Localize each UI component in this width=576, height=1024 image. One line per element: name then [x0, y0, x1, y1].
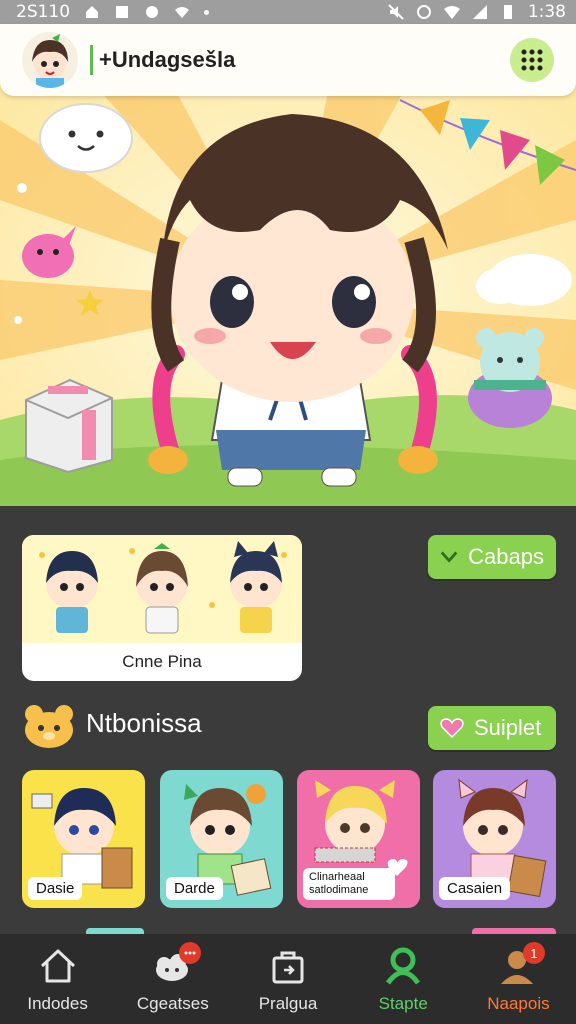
status-bar: 2S110 1:38 — [0, 0, 576, 24]
nav-label: Cgeatses — [136, 994, 209, 1013]
app-root: 2S110 1:38 +Undagsešla Cnne Pina Cabaps … — [0, 0, 576, 1024]
dot-status-icon — [204, 9, 210, 15]
gift-box-icon — [25, 378, 113, 474]
wifi-status-icon — [175, 7, 190, 18]
character-name: Darde — [166, 877, 223, 900]
avatar[interactable] — [22, 32, 78, 88]
menu-grid-button[interactable] — [510, 38, 554, 82]
grid-icon — [521, 49, 543, 71]
character-name: Casaien — [439, 877, 511, 900]
nav-item-stapte[interactable]: Stapte — [346, 934, 461, 1024]
hero-illustration — [0, 80, 576, 506]
cabaps-label: Cabaps — [468, 544, 544, 569]
image-status-icon — [116, 6, 129, 18]
status-time-left: 2S110 — [16, 2, 71, 22]
bear-mascot-icon — [468, 328, 552, 428]
character-card-dasie[interactable]: Dasie — [22, 770, 145, 908]
nav-item-profile[interactable]: 1 Naapois — [461, 934, 576, 1024]
wifi-signal-icon — [443, 6, 460, 19]
ghost-cloud-icon — [39, 103, 133, 173]
home-icon — [40, 949, 75, 983]
character-card-clinarheaal[interactable]: Clinarheaal satlodimane — [297, 770, 420, 908]
suiplet-button[interactable]: Suiplet — [428, 706, 556, 750]
bear-icon — [25, 705, 73, 748]
app-title: +Undagsešla — [99, 47, 236, 72]
character-card-darde[interactable]: Darde — [160, 770, 283, 908]
featured-art — [22, 535, 302, 643]
section-title: Ntbonissa — [86, 708, 202, 738]
chevron-down-icon — [440, 551, 458, 563]
nav-item-chats[interactable]: Cgeatses — [115, 934, 230, 1024]
person-icon — [386, 947, 421, 985]
character-name: Clinarheaal satlodimane — [303, 868, 395, 900]
nav-label: Indodes — [27, 994, 88, 1013]
nav-item-home[interactable]: Indodes — [0, 934, 115, 1024]
nav-item-bag[interactable]: Pralgua — [230, 934, 345, 1024]
mute-status-icon — [388, 4, 404, 20]
cell-signal-icon — [472, 5, 487, 19]
home-status-icon — [86, 6, 99, 18]
cabaps-button[interactable]: Cabaps — [428, 535, 556, 579]
nav-label: Naapois — [487, 994, 550, 1013]
chat-notification-badge — [179, 942, 202, 964]
character-name: Dasie — [28, 877, 83, 900]
suiplet-label: Suiplet — [474, 715, 542, 740]
character-card-casaien[interactable]: Casaien — [433, 770, 556, 908]
bottom-nav: Indodes Cgeatses Pralgua Stapte 1 Naapoi… — [0, 934, 576, 1024]
app-header: +Undagsešla — [0, 24, 576, 96]
battery-icon — [503, 5, 512, 19]
hero-banner[interactable] — [0, 80, 576, 506]
bag-icon — [272, 951, 304, 984]
status-time-right: 1:38 — [527, 2, 566, 22]
nav-label: Pralgua — [258, 994, 318, 1013]
heart-icon — [440, 718, 464, 739]
dots-icon — [184, 951, 196, 955]
sync-status-icon — [416, 5, 431, 19]
featured-caption: Cnne Pina — [122, 652, 202, 671]
nav-label: Stapte — [378, 994, 428, 1013]
header-divider — [90, 45, 93, 75]
featured-card[interactable]: Cnne Pina — [22, 535, 302, 681]
profile-notification-badge: 1 — [522, 942, 545, 964]
settings-status-icon — [146, 6, 159, 18]
